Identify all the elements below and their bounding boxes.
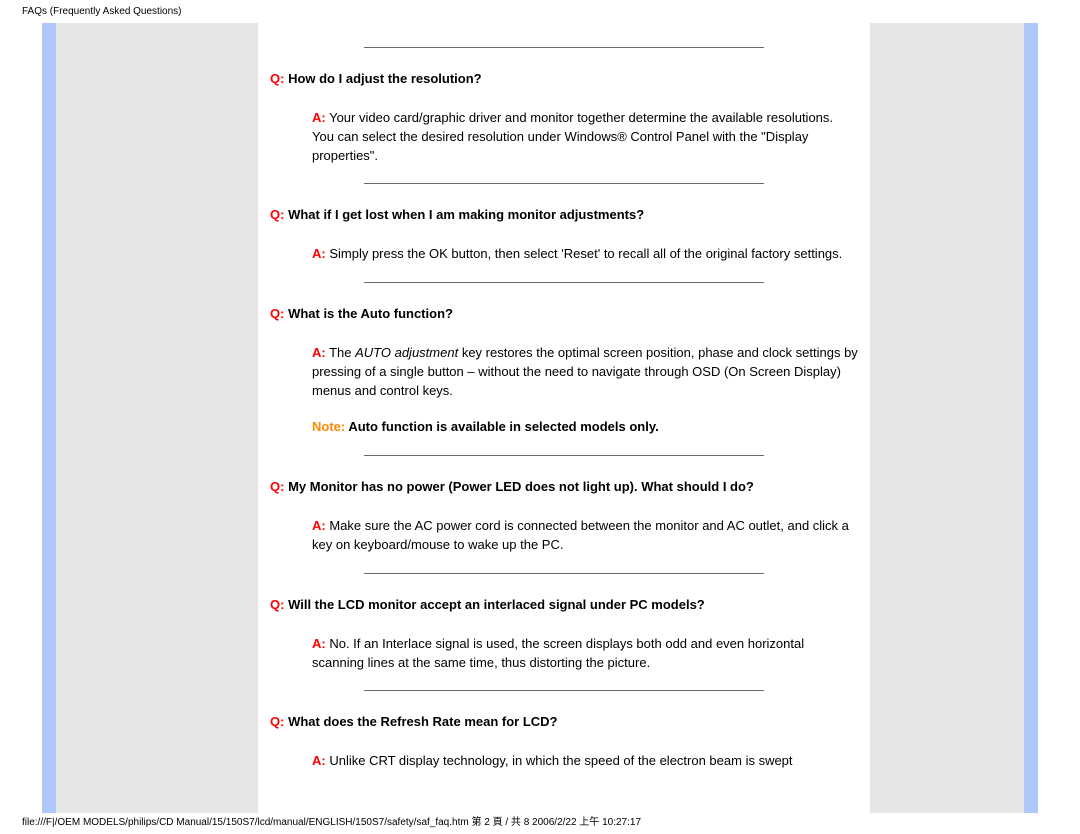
separator [364, 455, 764, 456]
faq-answer: A: No. If an Interlace signal is used, t… [270, 635, 858, 673]
a-prefix: A: [312, 246, 326, 261]
answer-text-pre: The [326, 345, 355, 360]
faq-answer: A: Your video card/graphic driver and mo… [270, 109, 858, 166]
faq-question: Q: How do I adjust the resolution? [270, 70, 858, 89]
faq-content: Q: How do I adjust the resolution? A: Yo… [258, 23, 870, 813]
margin-right [1038, 23, 1066, 813]
faq-item: Q: What is the Auto function? A: The AUT… [270, 305, 858, 437]
q-prefix: Q: [270, 714, 284, 729]
question-text: What is the Auto function? [284, 306, 453, 321]
faq-question: Q: Will the LCD monitor accept an interl… [270, 596, 858, 615]
faq-question: Q: What is the Auto function? [270, 305, 858, 324]
grey-column-right [870, 23, 1024, 813]
faq-question: Q: My Monitor has no power (Power LED do… [270, 478, 858, 497]
separator [364, 282, 764, 283]
answer-text-italic: AUTO adjustment [355, 345, 458, 360]
faq-item: Q: My Monitor has no power (Power LED do… [270, 478, 858, 555]
a-prefix: A: [312, 753, 326, 768]
note-text: Auto function is available in selected m… [345, 419, 659, 434]
q-prefix: Q: [270, 207, 284, 222]
question-text: My Monitor has no power (Power LED does … [284, 479, 753, 494]
grey-column-left [56, 23, 258, 813]
answer-text: Simply press the OK button, then select … [326, 246, 843, 261]
separator [364, 183, 764, 184]
separator [364, 573, 764, 574]
faq-question: Q: What if I get lost when I am making m… [270, 206, 858, 225]
faq-item: Q: Will the LCD monitor accept an interl… [270, 596, 858, 673]
q-prefix: Q: [270, 306, 284, 321]
question-text: What does the Refresh Rate mean for LCD? [284, 714, 557, 729]
question-text: Will the LCD monitor accept an interlace… [284, 597, 704, 612]
q-prefix: Q: [270, 71, 284, 86]
faq-answer: A: Make sure the AC power cord is connec… [270, 517, 858, 555]
page-wrapper: Q: How do I adjust the resolution? A: Yo… [0, 23, 1080, 813]
faq-answer: A: Unlike CRT display technology, in whi… [270, 752, 858, 771]
q-prefix: Q: [270, 479, 284, 494]
a-prefix: A: [312, 345, 326, 360]
question-text: What if I get lost when I am making moni… [284, 207, 644, 222]
separator [364, 47, 764, 48]
answer-text: No. If an Interlace signal is used, the … [312, 636, 804, 670]
faq-answer: A: The AUTO adjustment key restores the … [270, 344, 858, 401]
answer-text: Make sure the AC power cord is connected… [312, 518, 849, 552]
faq-item: Q: What does the Refresh Rate mean for L… [270, 713, 858, 771]
margin-left [0, 23, 42, 813]
answer-text: Your video card/graphic driver and monit… [312, 110, 833, 163]
a-prefix: A: [312, 636, 326, 651]
a-prefix: A: [312, 518, 326, 533]
faq-item: Q: What if I get lost when I am making m… [270, 206, 858, 264]
question-text: How do I adjust the resolution? [284, 71, 481, 86]
blue-stripe-right [1024, 23, 1038, 813]
page-header-title: FAQs (Frequently Asked Questions) [0, 0, 1080, 17]
note-prefix: Note: [312, 419, 345, 434]
q-prefix: Q: [270, 597, 284, 612]
faq-note: Note: Auto function is available in sele… [270, 418, 858, 437]
blue-stripe-left [42, 23, 56, 813]
a-prefix: A: [312, 110, 326, 125]
footer-file-path: file:///F|/OEM MODELS/philips/CD Manual/… [22, 813, 641, 828]
faq-answer: A: Simply press the OK button, then sele… [270, 245, 858, 264]
answer-text: Unlike CRT display technology, in which … [326, 753, 793, 768]
faq-item: Q: How do I adjust the resolution? A: Yo… [270, 70, 858, 165]
faq-question: Q: What does the Refresh Rate mean for L… [270, 713, 858, 732]
separator [364, 690, 764, 691]
